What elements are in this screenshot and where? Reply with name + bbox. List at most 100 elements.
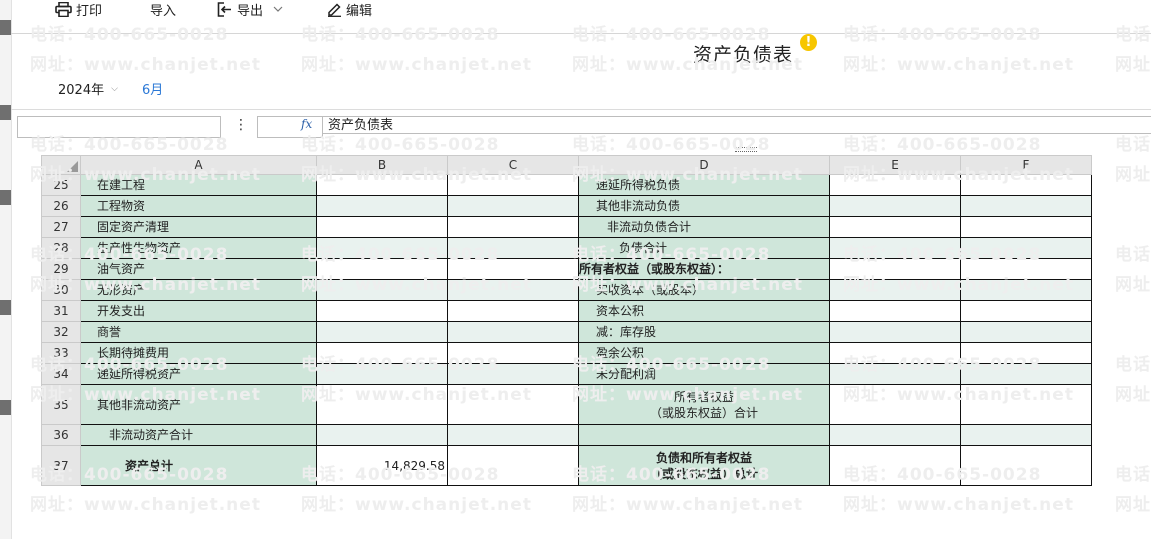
cell-c[interactable]	[447, 424, 579, 446]
cell-reference-box[interactable]	[257, 116, 323, 138]
export-dropdown[interactable]: 导出	[217, 0, 283, 19]
cell-f[interactable]	[960, 258, 1092, 280]
column-header-b[interactable]: B	[316, 155, 448, 175]
warning-icon[interactable]: !	[800, 34, 817, 51]
cell-a[interactable]: 开发支出	[80, 300, 317, 322]
cell-e[interactable]	[829, 279, 961, 301]
edit-button[interactable]: 编辑	[327, 0, 372, 19]
cell-b[interactable]	[316, 363, 448, 385]
cell-d[interactable]: 递延所得税负债	[578, 174, 830, 196]
cell-a[interactable]: 递延所得税资产	[80, 363, 317, 385]
cell-f[interactable]	[960, 384, 1092, 425]
cell-a[interactable]: 在建工程	[80, 174, 317, 196]
row-number[interactable]: 25	[41, 174, 81, 196]
cell-e[interactable]	[829, 363, 961, 385]
cell-e[interactable]	[829, 300, 961, 322]
cell-d[interactable]: 减：库存股	[578, 321, 830, 343]
cell-d[interactable]	[578, 424, 830, 446]
cell-d[interactable]: 所有者权益 （或股东权益）合计	[578, 384, 830, 425]
cell-b[interactable]	[316, 237, 448, 259]
cell-b[interactable]	[316, 174, 448, 196]
select-all-corner[interactable]	[41, 155, 81, 175]
cell-d[interactable]: 未分配利润	[578, 363, 830, 385]
cell-a[interactable]: 油气资产	[80, 258, 317, 280]
column-header-c[interactable]: C	[447, 155, 579, 175]
row-number[interactable]: 35	[41, 384, 81, 425]
cell-f[interactable]	[960, 216, 1092, 238]
cell-f[interactable]	[960, 321, 1092, 343]
cell-a[interactable]: 资产总计	[80, 445, 317, 486]
cell-a[interactable]: 生产性生物资产	[80, 237, 317, 259]
row-number[interactable]: 34	[41, 363, 81, 385]
row-number[interactable]: 37	[41, 445, 81, 486]
cell-c[interactable]	[447, 258, 579, 280]
cell-d[interactable]: 非流动负债合计	[578, 216, 830, 238]
row-number[interactable]: 26	[41, 195, 81, 217]
cell-e[interactable]	[829, 216, 961, 238]
cell-d[interactable]: 其他非流动负债	[578, 195, 830, 217]
cell-e[interactable]	[829, 195, 961, 217]
cell-d[interactable]: 盈余公积	[578, 342, 830, 364]
cell-e[interactable]	[829, 321, 961, 343]
cell-f[interactable]	[960, 424, 1092, 446]
column-header-f[interactable]: F	[960, 155, 1092, 175]
cell-b[interactable]	[316, 384, 448, 425]
row-number[interactable]: 32	[41, 321, 81, 343]
row-number[interactable]: 30	[41, 279, 81, 301]
cell-d[interactable]: 所有者权益（或股东权益）：	[578, 258, 830, 280]
cell-e[interactable]	[829, 424, 961, 446]
cell-a[interactable]: 非流动资产合计	[80, 424, 317, 446]
cell-a[interactable]: 无形资产	[80, 279, 317, 301]
print-button[interactable]: 打印	[55, 0, 102, 19]
cell-d[interactable]: 资本公积	[578, 300, 830, 322]
cell-c[interactable]	[447, 300, 579, 322]
split-handle[interactable]	[735, 147, 757, 152]
cell-f[interactable]	[960, 363, 1092, 385]
month-selector[interactable]: 6月	[142, 79, 163, 98]
formula-input[interactable]: 资产负债表	[322, 116, 1151, 134]
cell-d[interactable]: 实收资本（或股本）	[578, 279, 830, 301]
cell-f[interactable]	[960, 174, 1092, 196]
cell-a[interactable]: 固定资产清理	[80, 216, 317, 238]
cell-f[interactable]	[960, 300, 1092, 322]
column-header-a[interactable]: A	[80, 155, 317, 175]
cell-b[interactable]	[316, 321, 448, 343]
cell-b[interactable]	[316, 195, 448, 217]
fx-icon[interactable]: fx	[301, 117, 312, 131]
column-header-d[interactable]: D	[578, 155, 830, 175]
import-button[interactable]: 导入	[150, 0, 176, 19]
cell-f[interactable]	[960, 445, 1092, 486]
row-number[interactable]: 33	[41, 342, 81, 364]
cell-e[interactable]	[829, 174, 961, 196]
cell-b[interactable]	[316, 216, 448, 238]
cell-c[interactable]	[447, 174, 579, 196]
cell-b[interactable]: 14,829.58	[316, 445, 448, 486]
cell-e[interactable]	[829, 237, 961, 259]
row-number[interactable]: 27	[41, 216, 81, 238]
cell-b[interactable]	[316, 424, 448, 446]
cell-f[interactable]	[960, 279, 1092, 301]
cell-a[interactable]: 商誉	[80, 321, 317, 343]
cell-a[interactable]: 工程物资	[80, 195, 317, 217]
cell-c[interactable]	[447, 384, 579, 425]
cell-b[interactable]	[316, 300, 448, 322]
cell-b[interactable]	[316, 342, 448, 364]
cell-c[interactable]	[447, 321, 579, 343]
cell-c[interactable]	[447, 279, 579, 301]
cell-e[interactable]	[829, 342, 961, 364]
row-number[interactable]: 31	[41, 300, 81, 322]
cell-f[interactable]	[960, 237, 1092, 259]
name-box[interactable]	[17, 116, 221, 138]
cell-b[interactable]	[316, 258, 448, 280]
row-number[interactable]: 29	[41, 258, 81, 280]
cell-f[interactable]	[960, 342, 1092, 364]
row-number[interactable]: 36	[41, 424, 81, 446]
cell-c[interactable]	[447, 363, 579, 385]
cell-d[interactable]: 负债合计	[578, 237, 830, 259]
row-number[interactable]: 28	[41, 237, 81, 259]
cell-c[interactable]	[447, 445, 579, 486]
cell-c[interactable]	[447, 216, 579, 238]
more-vertical-icon[interactable]: ⋮	[234, 116, 248, 134]
cell-d[interactable]: 负债和所有者权益 （或股东权益）总计	[578, 445, 830, 486]
cell-c[interactable]	[447, 195, 579, 217]
